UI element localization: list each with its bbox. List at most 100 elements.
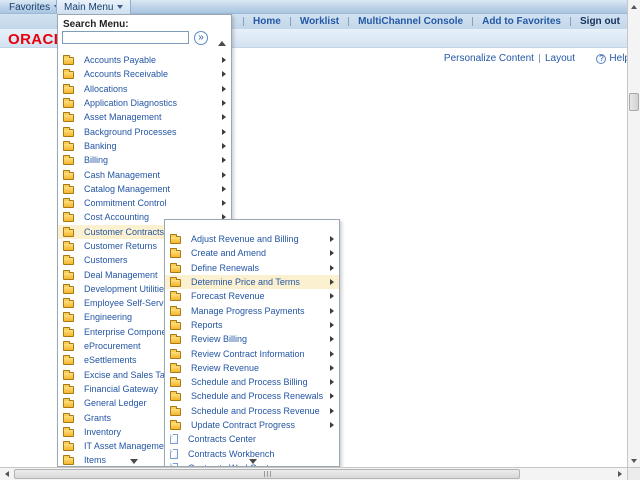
submenu-item[interactable]: Schedule and Process Revenue xyxy=(165,404,339,418)
menu-item[interactable]: Commitment Control xyxy=(58,196,231,210)
submenu-item[interactable]: Update Contract Progress xyxy=(165,418,339,432)
menu-item-label: Accounts Payable xyxy=(84,55,156,65)
scrollbar-right-button[interactable] xyxy=(613,468,626,480)
menu-item[interactable]: Background Processes xyxy=(58,124,231,138)
menu-item[interactable]: Accounts Payable xyxy=(58,53,231,67)
submenu-item[interactable]: Review Contract Information xyxy=(165,346,339,360)
chevron-down-icon xyxy=(117,5,123,9)
scrollbar-left-button[interactable] xyxy=(0,468,13,480)
submenu-item-label: Create and Amend xyxy=(191,248,266,258)
folder-icon xyxy=(63,257,74,265)
menu-item-label: Asset Management xyxy=(84,112,162,122)
submenu-scroll-down-icon[interactable] xyxy=(249,459,257,464)
menu-item-label: Customers xyxy=(84,255,128,265)
header-nav-link-label: Add to Favorites xyxy=(482,16,561,27)
triangle-up-icon xyxy=(631,5,637,9)
header-nav-link-label: Sign out xyxy=(580,16,620,27)
horizontal-scrollbar-thumb[interactable] xyxy=(14,469,520,479)
menu-item[interactable]: Application Diagnostics xyxy=(58,96,231,110)
submenu-item-label: Review Contract Information xyxy=(191,349,305,359)
submenu-item[interactable]: Schedule and Process Renewals xyxy=(165,389,339,403)
layout-link[interactable]: Layout xyxy=(545,53,575,64)
folder-icon xyxy=(170,308,181,316)
submenu-arrow-icon xyxy=(222,100,226,106)
submenu-item[interactable]: Adjust Revenue and Billing xyxy=(165,232,339,246)
menu-item-label: Allocations xyxy=(84,84,128,94)
help-question-icon: ? xyxy=(596,54,606,64)
menu-item[interactable]: Banking xyxy=(58,139,231,153)
folder-icon xyxy=(170,408,181,416)
header-nav-link-label: Home xyxy=(253,16,281,27)
submenu-arrow-icon xyxy=(330,265,334,271)
folder-icon xyxy=(63,286,74,294)
menu-item-label: Accounts Receivable xyxy=(84,69,168,79)
submenu-arrow-icon xyxy=(330,408,334,414)
folder-icon xyxy=(170,351,181,359)
search-menu-input[interactable] xyxy=(62,31,189,44)
menu-item[interactable]: Catalog Management xyxy=(58,182,231,196)
thumb-grip-icon xyxy=(267,471,268,477)
folder-icon xyxy=(63,129,74,137)
submenu-item[interactable]: Determine Price and Terms xyxy=(165,275,339,289)
menu-item-label: Engineering xyxy=(84,312,132,322)
submenu-item-label: Contracts Center xyxy=(188,434,256,444)
submenu-item[interactable]: Reports xyxy=(165,318,339,332)
folder-icon xyxy=(63,86,74,94)
folder-icon xyxy=(63,300,74,308)
menu-item-label: Grants xyxy=(84,413,111,423)
submenu-arrow-icon xyxy=(222,157,226,163)
header-nav-link[interactable]: Home xyxy=(234,16,281,27)
submenu-arrow-icon xyxy=(330,422,334,428)
submenu-item[interactable]: Review Billing xyxy=(165,332,339,346)
tab-favorites-label: Favorites xyxy=(9,2,50,13)
vertical-scrollbar[interactable] xyxy=(627,0,640,467)
submenu-item[interactable]: Schedule and Process Billing xyxy=(165,375,339,389)
folder-icon xyxy=(63,186,74,194)
vertical-scrollbar-thumb[interactable] xyxy=(629,93,639,111)
submenu-item[interactable]: Forecast Revenue xyxy=(165,289,339,303)
submenu-arrow-icon xyxy=(330,250,334,256)
header-nav-link[interactable]: MultiChannel Console xyxy=(339,16,463,27)
menu-item-label: Financial Gateway xyxy=(84,384,158,394)
folder-icon xyxy=(63,71,74,79)
tab-main-menu[interactable]: Main Menu xyxy=(56,0,131,14)
submenu-arrow-icon xyxy=(222,200,226,206)
header-nav-link[interactable]: Add to Favorites xyxy=(463,16,561,27)
submenu-item[interactable]: Define Renewals xyxy=(165,261,339,275)
folder-icon xyxy=(170,422,181,430)
submenu-arrow-icon xyxy=(330,279,334,285)
folder-icon xyxy=(63,172,74,180)
header-nav-link[interactable]: Sign out xyxy=(561,16,620,27)
menu-scroll-up-icon[interactable] xyxy=(218,41,226,46)
personalize-content-link[interactable]: Personalize Content xyxy=(444,53,534,64)
submenu-item[interactable]: Review Revenue xyxy=(165,361,339,375)
horizontal-scrollbar[interactable] xyxy=(0,467,627,480)
folder-icon xyxy=(170,336,181,344)
customer-contracts-submenu: Adjust Revenue and Billing Create and Am… xyxy=(164,219,340,467)
menu-item-label: Cash Management xyxy=(84,170,160,180)
menu-scroll-down-icon[interactable] xyxy=(130,459,138,464)
scrollbar-down-button[interactable] xyxy=(628,454,640,467)
submenu-item-label: Schedule and Process Revenue xyxy=(191,406,320,416)
menu-item[interactable]: Billing xyxy=(58,153,231,167)
menu-item[interactable]: Cash Management xyxy=(58,167,231,181)
triangle-left-icon xyxy=(5,471,9,477)
submenu-item[interactable]: Create and Amend xyxy=(165,246,339,260)
search-go-button double-chevron-icon[interactable]: » xyxy=(194,31,208,45)
menu-item-label: Commitment Control xyxy=(84,198,167,208)
submenu-arrow-icon xyxy=(330,365,334,371)
menu-item[interactable]: Asset Management xyxy=(58,110,231,124)
header-nav-link[interactable]: Worklist xyxy=(281,16,339,27)
menu-item-label: Banking xyxy=(84,141,117,151)
menu-item[interactable]: Allocations xyxy=(58,82,231,96)
menu-item[interactable]: Accounts Receivable xyxy=(58,67,231,81)
scrollbar-up-button[interactable] xyxy=(628,0,640,13)
submenu-item-label: Define Renewals xyxy=(191,263,259,273)
header-nav-link-label: MultiChannel Console xyxy=(358,16,463,27)
menu-item-label: Deal Management xyxy=(84,270,158,280)
folder-icon xyxy=(63,372,74,380)
submenu-item-label: Review Billing xyxy=(191,334,247,344)
submenu-item[interactable]: Manage Progress Payments xyxy=(165,303,339,317)
submenu-item[interactable]: Contracts Center xyxy=(165,432,339,446)
submenu-arrow-icon xyxy=(222,129,226,135)
